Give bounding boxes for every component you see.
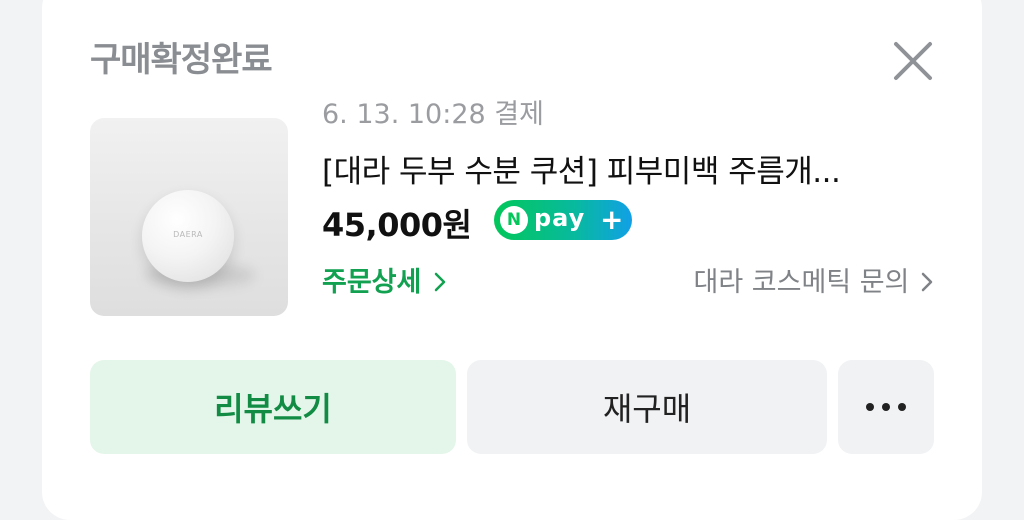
- npay-n-icon: N: [500, 206, 528, 234]
- npay-badge: N pay +: [494, 200, 632, 240]
- seller-inquiry-link[interactable]: 대라 코스메틱 문의: [694, 260, 934, 299]
- write-review-button[interactable]: 리뷰쓰기: [90, 360, 456, 454]
- order-detail-label: 주문상세: [322, 267, 422, 298]
- payment-date: 6. 13. 10:28 결제: [322, 99, 544, 130]
- chevron-right-icon: [434, 272, 446, 292]
- seller-inquiry-label: 대라 코스메틱 문의: [693, 267, 910, 298]
- page-title: 구매확정완료: [90, 40, 273, 80]
- rebuy-button[interactable]: 재구매: [467, 360, 827, 454]
- order-card: 구매확정완료 DAERA 6. 13. 10:28 결제 [대라 두부 수분 쿠…: [42, 0, 982, 520]
- order-detail-link[interactable]: 주문상세: [322, 260, 447, 299]
- close-icon[interactable]: [890, 38, 936, 84]
- chevron-right-icon: [921, 272, 933, 292]
- product-thumbnail[interactable]: DAERA: [90, 118, 288, 316]
- product-name[interactable]: [대라 두부 수분 쿠션] 피부미백 주름개...: [322, 146, 922, 191]
- cushion-compact-image: DAERA: [142, 190, 234, 282]
- npay-label: pay: [534, 204, 586, 232]
- product-logo: DAERA: [173, 230, 203, 239]
- more-dots-icon: [866, 403, 906, 411]
- more-options-button[interactable]: [838, 360, 934, 454]
- product-price: 45,000원: [322, 206, 472, 244]
- npay-plus-icon: +: [600, 203, 624, 236]
